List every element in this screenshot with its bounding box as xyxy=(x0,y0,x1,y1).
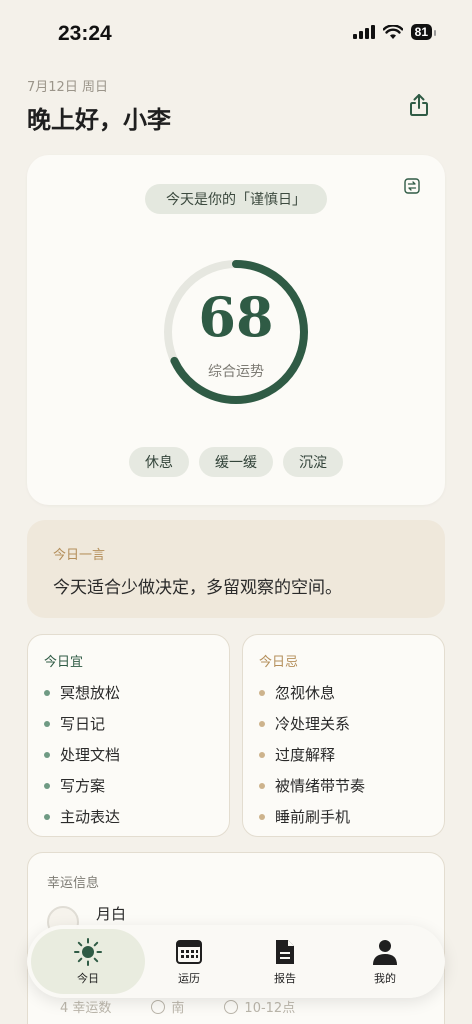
signal-icon xyxy=(352,25,375,39)
list-item-label: 被情绪带节奏 xyxy=(275,777,366,795)
tab-label: 报告 xyxy=(274,972,296,985)
list-item: 主动表达 xyxy=(44,801,120,832)
person-icon xyxy=(370,937,400,967)
dont-list: 忽视休息 冷处理关系 过度解释 被情绪带节奏 睡前刷手机 xyxy=(259,677,365,832)
bullet-icon xyxy=(44,720,50,727)
list-item-label: 冷处理关系 xyxy=(275,715,351,733)
list-item: 写日记 xyxy=(44,708,120,739)
wifi-icon xyxy=(382,24,403,39)
tab-report[interactable]: 报告 xyxy=(233,929,337,994)
dont-list-card: 今日忌 忽视休息 冷处理关系 过度解释 被情绪带节奏 睡前刷手机 xyxy=(242,634,445,837)
swap-icon[interactable] xyxy=(403,177,421,195)
tab-label: 运历 xyxy=(178,972,200,985)
clock-icon xyxy=(224,1000,239,1014)
share-icon xyxy=(410,94,428,116)
bullet-icon xyxy=(259,782,265,789)
list-item: 睡前刷手机 xyxy=(259,801,365,832)
status-bar: 23:24 81 xyxy=(0,0,472,70)
mood-tag[interactable]: 缓一缓 xyxy=(199,447,273,477)
bullet-icon xyxy=(259,720,265,727)
calendar-icon xyxy=(174,937,204,967)
bullet-icon xyxy=(259,751,265,758)
bullet-icon xyxy=(44,782,50,789)
list-item-label: 写方案 xyxy=(60,777,106,795)
list-item: 过度解释 xyxy=(259,739,365,770)
lucky-number: 4 幸运数 xyxy=(60,997,111,1016)
tab-today[interactable]: 今日 xyxy=(31,929,145,994)
bullet-icon xyxy=(44,689,50,696)
header-date: 7月12日 周日 xyxy=(27,80,108,95)
list-item-label: 过度解释 xyxy=(275,746,336,764)
list-item-label: 冥想放松 xyxy=(60,684,121,702)
mood-tags: 休息 缓一缓 沉淀 xyxy=(27,447,445,477)
score-value: 68 xyxy=(198,285,274,349)
list-item: 忽视休息 xyxy=(259,677,365,708)
tab-bar: 今日 运历 报告 我的 xyxy=(27,925,445,998)
quote-text: 今天适合少做决定，多留观察的空间。 xyxy=(53,578,342,598)
lucky-time-label: 10-12点 xyxy=(244,1001,296,1016)
list-item-label: 处理文档 xyxy=(60,746,121,764)
bullet-icon xyxy=(259,813,265,820)
share-button[interactable] xyxy=(404,90,434,120)
do-list: 冥想放松 写日记 处理文档 写方案 主动表达 xyxy=(44,677,120,832)
mood-tag[interactable]: 休息 xyxy=(129,447,189,477)
do-list-card: 今日宜 冥想放松 写日记 处理文档 写方案 主动表达 xyxy=(27,634,230,837)
lucky-direction-label: 南 xyxy=(171,1001,185,1016)
list-item-label: 睡前刷手机 xyxy=(275,808,351,826)
battery-icon: 81 xyxy=(410,24,437,40)
do-list-title: 今日宜 xyxy=(44,655,84,670)
status-time: 23:24 xyxy=(58,22,112,45)
score-label: 综合运势 xyxy=(208,364,264,380)
lucky-direction: 南 xyxy=(151,997,184,1016)
page-title: 晚上好，小李 xyxy=(27,106,171,134)
lucky-footer: 4 幸运数 南 10-12点 xyxy=(60,997,295,1016)
list-item: 被情绪带节奏 xyxy=(259,770,365,801)
lucky-color-name: 月白 xyxy=(96,905,127,923)
bullet-icon xyxy=(44,813,50,820)
list-item: 写方案 xyxy=(44,770,120,801)
dont-list-title: 今日忌 xyxy=(259,655,299,670)
day-type-badge: 今天是你的「谨慎日」 xyxy=(145,184,327,214)
document-icon xyxy=(270,937,300,967)
compass-icon xyxy=(151,1000,166,1014)
list-item-label: 写日记 xyxy=(60,715,106,733)
mood-tag[interactable]: 沉淀 xyxy=(283,447,343,477)
list-item-label: 忽视休息 xyxy=(275,684,336,702)
lucky-number-label: 4 幸运数 xyxy=(60,1001,112,1016)
bullet-icon xyxy=(259,689,265,696)
tab-label: 我的 xyxy=(374,972,396,985)
tab-calendar[interactable]: 运历 xyxy=(137,929,241,994)
quote-label: 今日一言 xyxy=(53,548,106,563)
list-item: 冥想放松 xyxy=(44,677,120,708)
tab-label: 今日 xyxy=(77,972,99,985)
list-item-label: 主动表达 xyxy=(60,808,121,826)
lucky-time: 10-12点 xyxy=(224,997,295,1016)
list-item: 冷处理关系 xyxy=(259,708,365,739)
status-icons: 81 xyxy=(352,24,437,40)
tab-profile[interactable]: 我的 xyxy=(333,929,437,994)
sun-icon xyxy=(73,937,103,967)
daily-quote-card: 今日一言 今天适合少做决定，多留观察的空间。 xyxy=(27,520,445,618)
list-item: 处理文档 xyxy=(44,739,120,770)
lucky-title: 幸运信息 xyxy=(47,876,100,891)
bullet-icon xyxy=(44,751,50,758)
fortune-card: 今天是你的「谨慎日」 68 综合运势 休息 缓一缓 沉淀 xyxy=(27,155,445,505)
